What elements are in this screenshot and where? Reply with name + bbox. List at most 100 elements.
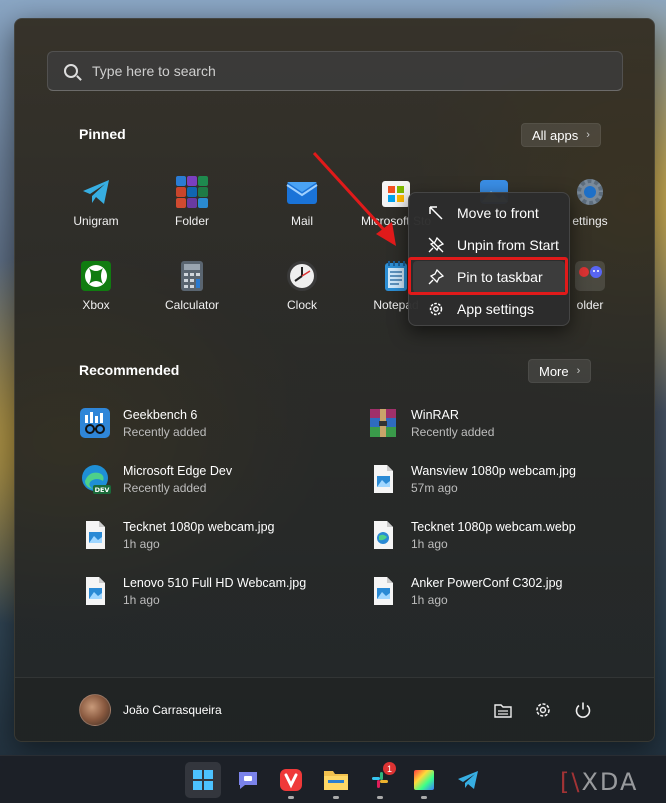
color-picker-icon [414, 770, 434, 790]
teams-chat-icon [239, 772, 257, 789]
folder-icon [324, 771, 348, 790]
recommended-item-geekbench[interactable]: Geekbench 6 Recently added [79, 401, 349, 445]
image-file-icon [79, 575, 111, 607]
item-name: Microsoft Edge Dev [123, 463, 233, 478]
image-file-icon [367, 463, 399, 495]
start-menu: Pinned All apps › Unigram Folder Mail Mi… [14, 18, 655, 742]
pinned-app-xbox[interactable]: Xbox [48, 253, 144, 323]
recommended-item-tecknet-webp[interactable]: Tecknet 1080p webcam.webp 1h ago [367, 513, 637, 557]
clock-icon [285, 259, 319, 293]
move-to-front-icon [427, 204, 445, 222]
item-subtitle: 1h ago [123, 536, 160, 551]
power-button[interactable] [569, 696, 597, 724]
geekbench-icon [79, 407, 111, 439]
menu-item-app-settings[interactable]: App settings [413, 293, 565, 325]
settings-icon [573, 175, 607, 209]
app-label: Folder [174, 214, 209, 228]
running-indicator [288, 796, 294, 799]
app-label: older [576, 298, 604, 312]
recommended-item-wansview[interactable]: Wansview 1080p webcam.jpg 57m ago [367, 457, 637, 501]
user-name[interactable]: João Carrasqueira [123, 703, 222, 717]
taskbar-color-app[interactable] [406, 762, 442, 799]
taskbar-vivaldi[interactable] [273, 762, 309, 799]
recommended-heading: Recommended [79, 362, 180, 378]
item-name: Tecknet 1080p webcam.jpg [123, 519, 275, 534]
item-subtitle: Recently added [123, 480, 207, 495]
unpin-icon [427, 236, 445, 254]
pinned-app-folder[interactable]: Folder [144, 169, 240, 239]
all-apps-label: All apps [532, 127, 579, 143]
taskbar-start-button[interactable] [185, 762, 221, 798]
pinned-app-calculator[interactable]: Calculator [144, 253, 240, 323]
app-label: Xbox [82, 298, 110, 312]
item-subtitle: Recently added [123, 424, 207, 439]
office-folder-icon [175, 175, 209, 209]
pinned-app-unigram[interactable]: Unigram [48, 169, 144, 239]
settings-button[interactable] [529, 696, 557, 724]
running-indicator [421, 796, 427, 799]
pinned-app-mail[interactable]: Mail [254, 169, 350, 239]
item-subtitle: 57m ago [411, 480, 458, 495]
more-label: More [539, 363, 569, 379]
avatar[interactable] [79, 694, 111, 726]
menu-item-move-to-front[interactable]: Move to front [413, 197, 565, 229]
search-icon [64, 64, 78, 78]
recommended-item-winrar[interactable]: WinRAR Recently added [367, 401, 637, 445]
menu-item-label: Unpin from Start [457, 237, 559, 253]
item-subtitle: 1h ago [411, 592, 448, 607]
webp-file-icon [367, 519, 399, 551]
power-icon [575, 702, 591, 718]
gear-icon [536, 703, 550, 717]
svg-text:DEV: DEV [95, 486, 110, 494]
pinned-app-clock[interactable]: Clock [254, 253, 350, 323]
calculator-icon [175, 259, 209, 293]
taskbar-teams[interactable] [230, 762, 266, 798]
chevron-right-icon: › [586, 129, 590, 141]
taskbar-telegram[interactable] [450, 762, 486, 798]
taskbar-file-explorer[interactable] [318, 762, 354, 799]
menu-item-label: App settings [457, 301, 535, 317]
folder-icon [494, 704, 512, 718]
item-name: Tecknet 1080p webcam.webp [411, 519, 576, 534]
search-box[interactable] [47, 51, 623, 91]
app-label: Clock [286, 298, 317, 312]
app-label: Calculator [164, 298, 220, 312]
file-explorer-button[interactable] [489, 696, 517, 724]
search-input[interactable] [92, 63, 572, 79]
app-label: Unigram [73, 214, 119, 228]
all-apps-button[interactable]: All apps › [521, 123, 601, 147]
discord-folder-icon [573, 259, 607, 293]
app-label: ettings [572, 214, 608, 228]
item-name: Lenovo 510 Full HD Webcam.jpg [123, 575, 307, 590]
app-label: Mail [290, 214, 313, 228]
item-name: Wansview 1080p webcam.jpg [411, 463, 576, 478]
running-indicator [377, 796, 383, 799]
edge-dev-icon: DEV [79, 463, 111, 495]
chevron-right-icon: › [576, 365, 581, 377]
xbox-icon [79, 259, 113, 293]
item-subtitle: Recently added [411, 424, 495, 439]
item-subtitle: 1h ago [411, 536, 448, 551]
recommended-item-anker[interactable]: Anker PowerConf C302.jpg 1h ago [367, 569, 637, 613]
vivaldi-icon [280, 769, 302, 791]
telegram-icon [79, 175, 113, 209]
pinned-heading: Pinned [79, 126, 126, 142]
gear-icon [427, 300, 445, 318]
item-name: Anker PowerConf C302.jpg [411, 575, 563, 590]
menu-item-label: Move to front [457, 205, 539, 221]
start-footer: João Carrasqueira [15, 677, 654, 741]
winrar-icon [367, 407, 399, 439]
item-name: Geekbench 6 [123, 407, 198, 422]
highlight-box [408, 257, 568, 295]
notification-badge: 1 [383, 762, 396, 775]
recommended-item-tecknet-jpg[interactable]: Tecknet 1080p webcam.jpg 1h ago [79, 513, 349, 557]
telegram-icon [458, 771, 478, 789]
windows-icon [193, 770, 213, 790]
recommended-item-lenovo[interactable]: Lenovo 510 Full HD Webcam.jpg 1h ago [79, 569, 349, 613]
recommended-item-edge-dev[interactable]: DEV Microsoft Edge Dev Recently added [79, 457, 349, 501]
item-subtitle: 1h ago [123, 592, 160, 607]
taskbar-slack[interactable]: 1 [362, 762, 398, 799]
more-button[interactable]: More › [528, 359, 592, 383]
xda-watermark: [\XDA [560, 768, 639, 796]
image-file-icon [367, 575, 399, 607]
